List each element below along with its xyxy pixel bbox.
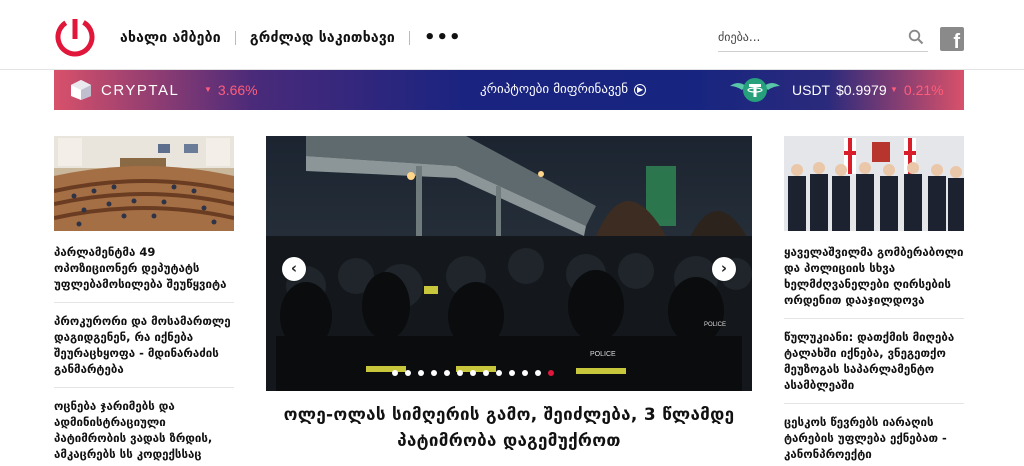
coin-change-value: 0.21% xyxy=(903,82,944,98)
news-item[interactable]: წულუკიანი: დათქმის მიღება ტალახში იქნება… xyxy=(784,319,964,404)
ceremony-photo[interactable] xyxy=(784,136,964,231)
slider-dot[interactable] xyxy=(444,370,450,376)
slider-dot[interactable] xyxy=(392,370,398,376)
coin-change: ▼ 0.21% xyxy=(890,82,944,98)
news-item[interactable]: ოცნება ჯარიმებს და ადმინისტრაციული პატიმ… xyxy=(54,388,234,466)
usdt-coin-icon xyxy=(730,78,780,102)
police-patch: POLICE xyxy=(704,322,726,328)
down-arrow-icon: ▼ xyxy=(890,85,898,94)
search-box xyxy=(718,26,928,52)
coin-price: $0.9979 xyxy=(836,82,887,98)
slider-dot[interactable] xyxy=(431,370,437,376)
left-news-column: პარლამენტმა 49 ოპოზიციონერ დეპუტატს უფლე… xyxy=(53,136,235,466)
crypto-link-label: კრიპტოები მიფრინავენ xyxy=(480,82,629,97)
slider-dot[interactable] xyxy=(405,370,411,376)
nav-divider xyxy=(234,30,236,45)
featured-title[interactable]: ოლე-ოლას სიმღერის გამო, შეიძლება, 3 წლამ… xyxy=(266,402,752,454)
police-patch: POLICE xyxy=(590,351,616,358)
slider-dots xyxy=(392,370,554,376)
nav-divider xyxy=(409,30,411,45)
cryptal-logo-icon xyxy=(71,80,91,100)
news-item[interactable]: ყაველაშვილმა გომბერაბოლი და პოლიციის სხვ… xyxy=(784,235,964,319)
news-item[interactable]: ცესკოს წევრებს იარაღის ტარების უფლება ექ… xyxy=(784,404,964,466)
more-menu-icon[interactable]: ••• xyxy=(424,27,462,48)
down-arrow-icon: ▼ xyxy=(204,85,212,94)
slider-prev-button[interactable]: ‹ xyxy=(282,257,306,281)
featured-photo: POLICE POLICE xyxy=(266,136,752,391)
brand-change: ▼ 3.66% xyxy=(204,82,258,98)
news-item[interactable]: პარლამენტმა 49 ოპოზიციონერ დეპუტატს უფლე… xyxy=(54,235,234,303)
featured-slider[interactable]: POLICE POLICE ‹ › xyxy=(266,136,752,391)
slider-dot[interactable] xyxy=(483,370,489,376)
news-item[interactable]: პროკურორი და მოსამართლე დაგიდგენენ, რა ი… xyxy=(54,303,234,388)
slider-next-button[interactable]: › xyxy=(712,257,736,281)
brand-change-value: 3.66% xyxy=(217,82,258,98)
nav-news[interactable]: ახალი ამბები xyxy=(120,30,221,46)
parliament-photo[interactable] xyxy=(53,136,235,231)
site-logo-icon[interactable] xyxy=(54,15,96,57)
slider-dot[interactable] xyxy=(457,370,463,376)
site-header: ახალი ამბები გრძლად საკითხავი ••• f xyxy=(0,0,1024,70)
crypto-banner[interactable]: CRYPTAL ▼ 3.66% კრიპტოები მიფრინავენ ▶ USD… xyxy=(54,70,964,110)
coin-name: USDT xyxy=(792,82,831,98)
facebook-icon[interactable]: f xyxy=(940,27,964,52)
crypto-brand: CRYPTAL xyxy=(101,82,180,99)
chevron-right-icon: ▶ xyxy=(634,84,647,96)
slider-dot[interactable] xyxy=(496,370,502,376)
crypto-link[interactable]: კრიპტოები მიფრინავენ ▶ xyxy=(480,82,647,97)
slider-dot[interactable] xyxy=(522,370,528,376)
search-icon[interactable] xyxy=(908,29,924,45)
slider-dot[interactable] xyxy=(470,370,476,376)
slider-dot[interactable] xyxy=(548,370,554,376)
search-input[interactable] xyxy=(718,26,898,48)
slider-dot[interactable] xyxy=(418,370,424,376)
slider-dot[interactable] xyxy=(535,370,541,376)
right-news-column: ყაველაშვილმა გომბერაბოლი და პოლიციის სხვ… xyxy=(784,136,964,466)
main-nav: ახალი ამბები გრძლად საკითხავი ••• xyxy=(120,27,462,48)
nav-longreads[interactable]: გრძლად საკითხავი xyxy=(250,30,395,46)
slider-dot[interactable] xyxy=(509,370,515,376)
